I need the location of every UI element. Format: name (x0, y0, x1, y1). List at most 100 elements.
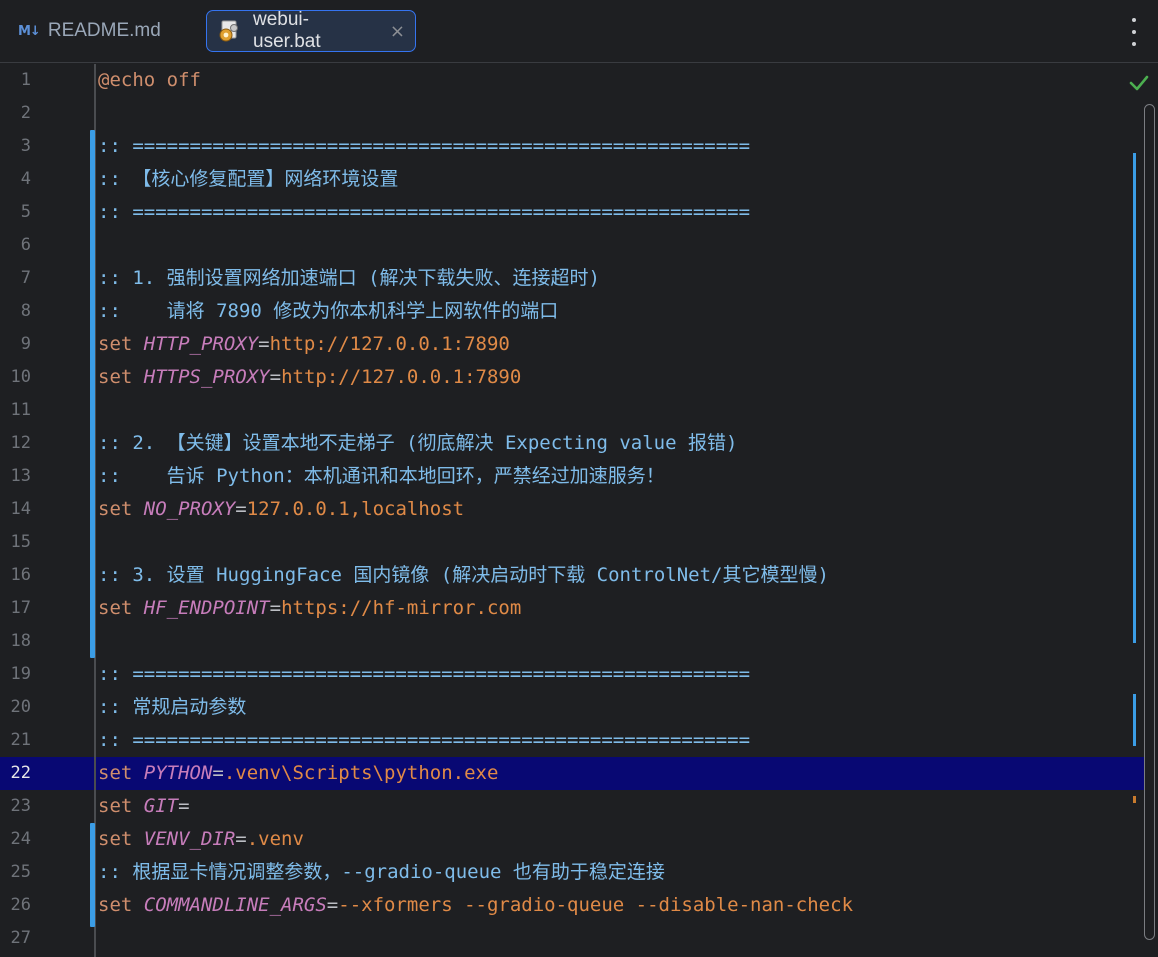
line-number[interactable]: 22 (0, 757, 31, 790)
line-number[interactable]: 8 (0, 295, 31, 328)
code-line[interactable]: 3:: ====================================… (0, 130, 1145, 163)
line-number[interactable]: 1 (0, 64, 31, 97)
vertical-scrollbar[interactable] (1144, 104, 1155, 940)
code-line[interactable]: 2 (0, 97, 1145, 130)
line-number[interactable]: 11 (0, 394, 31, 427)
line-code: set PYTHON=.venv\Scripts\python.exe (98, 757, 498, 790)
code-line[interactable]: 11 (0, 394, 1145, 427)
tab-bar: M↓ README.md webui-user.bat × (0, 0, 1158, 63)
editor-window: M↓ README.md webui-user.bat × 1 @echo off… (0, 0, 1158, 957)
line-code: :: 【核心修复配置】网络环境设置 (98, 163, 398, 196)
change-marker (90, 823, 95, 927)
code-line[interactable]: 22 set PYTHON=.venv\Scripts\python.exe (0, 757, 1145, 790)
line-number[interactable]: 16 (0, 559, 31, 592)
code-token: = (258, 333, 270, 355)
check-icon[interactable] (1128, 72, 1150, 94)
tab-webui-user-bat[interactable]: webui-user.bat × (206, 9, 416, 52)
code-line[interactable]: 15 (0, 526, 1145, 559)
code-line[interactable]: 4:: 【核心修复配置】网络环境设置 (0, 163, 1145, 196)
code-line[interactable]: 16:: 3. 设置 HuggingFace 国内镜像 (解决启动时下载 Con… (0, 559, 1145, 592)
code-token: COMMANDLINE_ARGS (143, 894, 327, 916)
line-number[interactable]: 3 (0, 130, 31, 163)
code-line[interactable]: 13:: 告诉 Python：本机通讯和本地回环，严禁经过加速服务！ (0, 460, 1145, 493)
code-line[interactable]: 6 (0, 229, 1145, 262)
line-code: :: =====================================… (98, 658, 750, 691)
code-line[interactable]: 7:: 1. 强制设置网络加速端口 (解决下载失败、连接超时) (0, 262, 1145, 295)
code-token: .venv (246, 828, 304, 850)
line-number[interactable]: 20 (0, 691, 31, 724)
code-line[interactable]: 27 (0, 922, 1145, 955)
change-stripe (1133, 694, 1136, 746)
code-token: = (235, 498, 247, 520)
line-code: :: 告诉 Python：本机通讯和本地回环，严禁经过加速服务！ (98, 460, 665, 493)
code-token: :: 【核心修复配置】网络环境设置 (98, 168, 399, 190)
line-number[interactable]: 14 (0, 493, 31, 526)
line-number[interactable]: 12 (0, 427, 31, 460)
code-line[interactable]: 25:: 根据显卡情况调整参数，--gradio-queue 也有助于稳定连接 (0, 856, 1145, 889)
line-number[interactable]: 27 (0, 922, 31, 955)
line-number[interactable]: 26 (0, 889, 31, 922)
tab-readme[interactable]: M↓ README.md (10, 10, 169, 52)
code-line[interactable]: 20:: 常规启动参数 (0, 691, 1145, 724)
line-code: :: 2. 【关键】设置本地不走梯子 (彻底解决 Expecting value… (98, 427, 737, 460)
line-number[interactable]: 9 (0, 328, 31, 361)
code-token: :: 1. 强制设置网络加速端口 (解决下载失败、连接超时) (98, 267, 600, 289)
code-token: --xformers --gradio-queue --disable-nan-… (338, 894, 854, 916)
line-number[interactable]: 2 (0, 97, 31, 130)
line-code: set COMMANDLINE_ARGS=--xformers --gradio… (98, 889, 853, 922)
code-line[interactable]: 12:: 2. 【关键】设置本地不走梯子 (彻底解决 Expecting val… (0, 427, 1145, 460)
code-line[interactable]: 17 set HF_ENDPOINT=https://hf-mirror.com (0, 592, 1145, 625)
code-token: = (269, 366, 282, 388)
code-token: set (98, 828, 144, 850)
tab-label: webui-user.bat (253, 9, 321, 52)
code-token: :: =====================================… (98, 201, 751, 223)
markdown-icon: M↓ (18, 23, 41, 39)
code-line[interactable]: 23 set GIT= (0, 790, 1145, 823)
line-number[interactable]: 15 (0, 526, 31, 559)
line-code: :: =====================================… (98, 724, 750, 757)
code-line[interactable]: 26 set COMMANDLINE_ARGS=--xformers --grad… (0, 889, 1145, 922)
line-number[interactable]: 5 (0, 196, 31, 229)
code-line[interactable]: 14 set NO_PROXY=127.0.0.1,localhost (0, 493, 1145, 526)
line-number[interactable]: 4 (0, 163, 31, 196)
line-code: set HTTPS_PROXY=http://127.0.0.1:7890 (98, 361, 521, 394)
code-token: :: 请将 7890 修改为你本机科学上网软件的端口 (98, 300, 559, 322)
code-token: = (269, 597, 282, 619)
line-number[interactable]: 18 (0, 625, 31, 658)
line-number[interactable]: 10 (0, 361, 31, 394)
code-token: = (212, 762, 224, 784)
code-line[interactable]: 21:: ===================================… (0, 724, 1145, 757)
line-number[interactable]: 19 (0, 658, 31, 691)
line-code: :: 请将 7890 修改为你本机科学上网软件的端口 (98, 295, 558, 328)
line-number[interactable]: 7 (0, 262, 31, 295)
line-number[interactable]: 23 (0, 790, 31, 823)
line-number[interactable]: 25 (0, 856, 31, 889)
code-token: = (235, 828, 247, 850)
code-token: @echo off (98, 69, 201, 91)
line-code: :: =====================================… (98, 130, 750, 163)
code-editor[interactable]: 1 @echo off2 3:: =========================… (0, 64, 1158, 957)
code-token: http://127.0.0.1:7890 (269, 333, 510, 355)
line-number[interactable]: 21 (0, 724, 31, 757)
code-line[interactable]: 10 set HTTPS_PROXY=http://127.0.0.1:7890 (0, 361, 1145, 394)
line-number[interactable]: 13 (0, 460, 31, 493)
more-options-icon[interactable] (1128, 18, 1140, 46)
line-number[interactable]: 6 (0, 229, 31, 262)
line-number[interactable]: 24 (0, 823, 31, 856)
code-token: set (98, 333, 144, 355)
code-line[interactable]: 1 @echo off (0, 64, 1145, 97)
code-token: HF_ENDPOINT (143, 597, 270, 619)
line-code: set GIT= (98, 790, 190, 823)
code-line[interactable]: 8:: 请将 7890 修改为你本机科学上网软件的端口 (0, 295, 1145, 328)
code-line[interactable]: 19:: ===================================… (0, 658, 1145, 691)
code-line[interactable]: 5:: ====================================… (0, 196, 1145, 229)
code-line[interactable]: 18 (0, 625, 1145, 658)
close-icon[interactable]: × (390, 21, 405, 42)
code-line[interactable]: 9 set HTTP_PROXY=http://127.0.0.1:7890 (0, 328, 1145, 361)
line-code: :: 常规启动参数 (98, 691, 246, 724)
code-token: PYTHON (143, 762, 213, 784)
line-number[interactable]: 17 (0, 592, 31, 625)
code-line[interactable]: 24 set VENV_DIR=.venv (0, 823, 1145, 856)
code-token: HTTP_PROXY (143, 333, 259, 355)
code-token: NO_PROXY (143, 498, 236, 520)
